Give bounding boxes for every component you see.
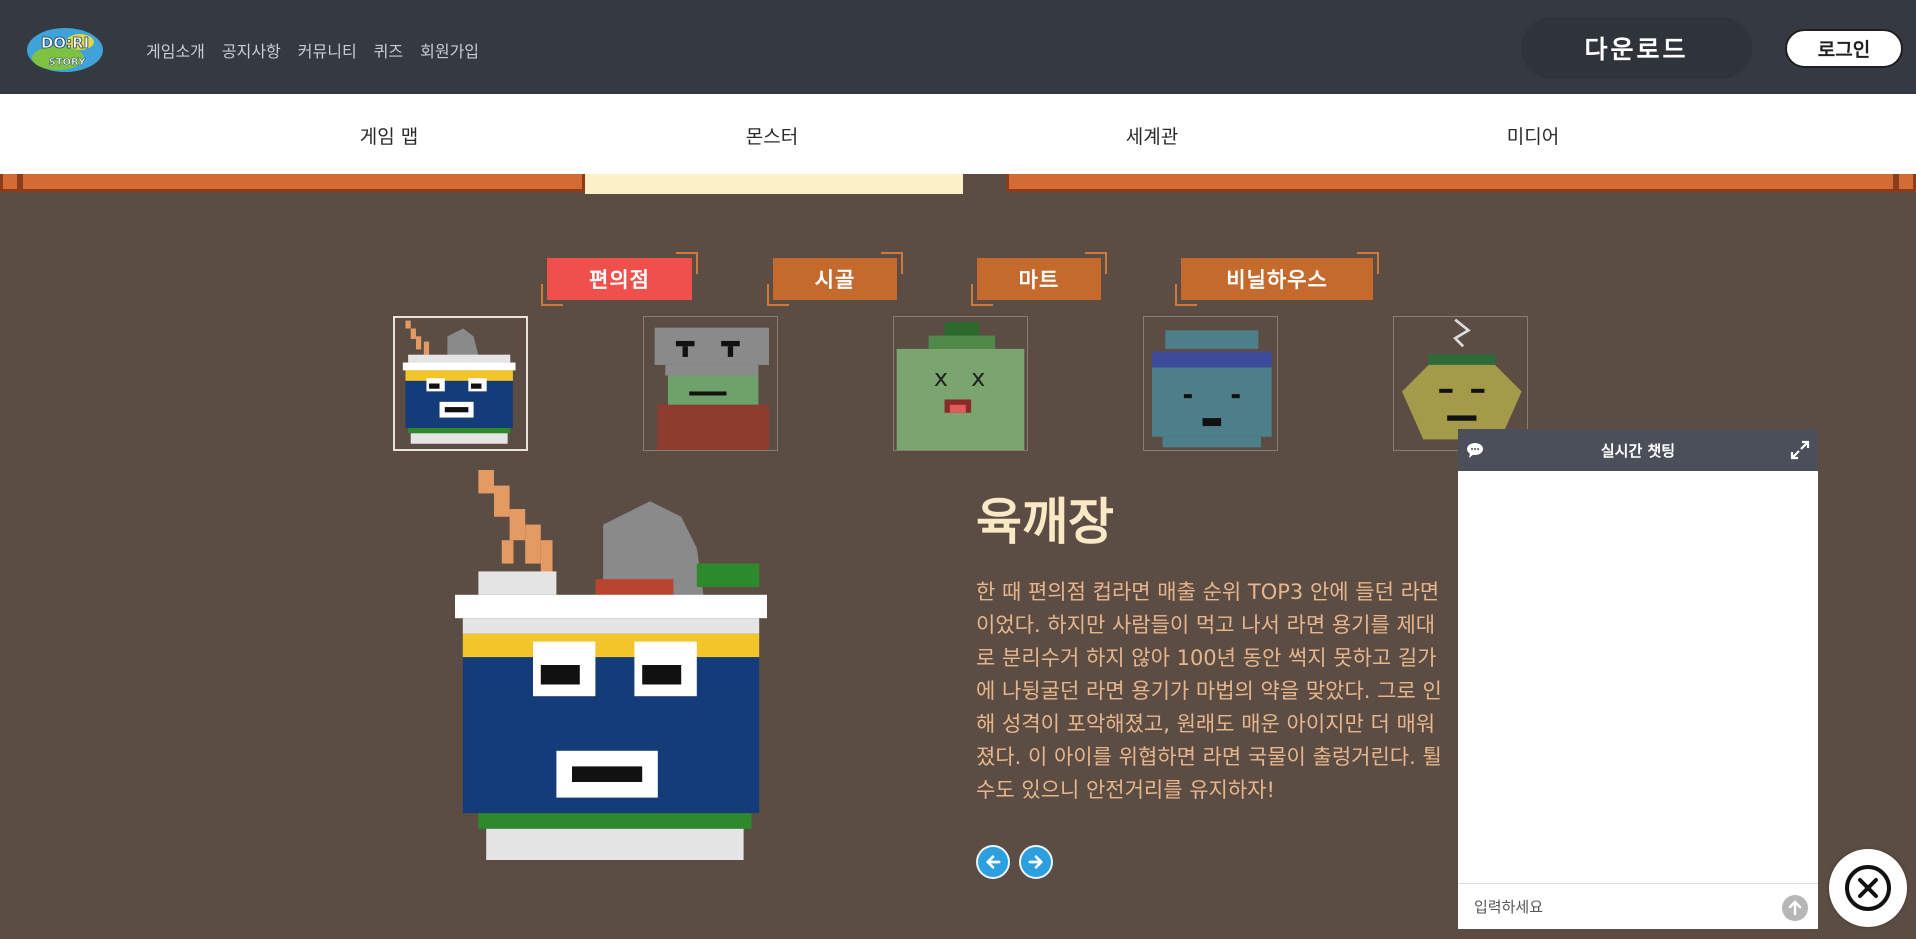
tab-convenience-store[interactable]: 편의점 <box>541 252 698 306</box>
nav-link-game-intro[interactable]: 게임소개 <box>146 38 205 62</box>
top-nav: 게임소개 공지사항 커뮤니티 퀴즈 회원가입 <box>146 38 479 62</box>
logo-text-bottom: STORY <box>49 57 87 68</box>
expand-icon[interactable] <box>1790 440 1810 460</box>
tab-mart[interactable]: 마트 <box>971 252 1107 306</box>
monster-thumbnail-rice-cake[interactable] <box>643 316 778 451</box>
soju-bottle-monster-icon: x x <box>894 317 1027 450</box>
chat-panel: 실시간 챗팅 <box>1458 429 1818 929</box>
tab-label: 비닐하우스 <box>1226 268 1328 292</box>
chat-header: 실시간 챗팅 <box>1458 429 1818 471</box>
strip-block <box>0 174 20 192</box>
svg-text:x: x <box>971 364 985 392</box>
chat-bubble-icon <box>1467 443 1483 458</box>
subnav-monster[interactable]: 몬스터 <box>746 122 798 149</box>
chat-input-area <box>1458 883 1818 929</box>
tab-corner-decoration <box>1357 252 1379 274</box>
next-arrow-button[interactable] <box>1019 845 1053 879</box>
nav-link-signup[interactable]: 회원가입 <box>420 38 479 62</box>
tab-countryside[interactable]: 시골 <box>767 252 903 306</box>
decorative-strip <box>0 174 1916 194</box>
monster-description: 한 때 편의점 컵라면 매출 순위 TOP3 안에 들던 라면이었다. 하지만 … <box>976 580 1442 802</box>
monster-title: 육깨장 <box>976 493 1114 551</box>
monster-image <box>455 470 845 860</box>
arrow-right-icon <box>1028 855 1043 869</box>
nav-link-notice[interactable]: 공지사항 <box>222 38 281 62</box>
tab-corner-decoration <box>971 284 993 306</box>
strip-block <box>1006 174 1896 192</box>
subnav-media[interactable]: 미디어 <box>1507 122 1559 149</box>
tab-corner-decoration <box>541 284 563 306</box>
chat-message-input[interactable] <box>1474 895 1754 919</box>
sub-nav: 게임 맵 몬스터 세계관 미디어 <box>0 94 1916 174</box>
close-icon <box>1845 865 1891 911</box>
strip-block <box>1896 174 1916 192</box>
jar-monster-icon <box>1144 317 1277 450</box>
strip-block <box>20 174 585 192</box>
strip-cream-block <box>585 174 963 194</box>
subnav-worldview[interactable]: 세계관 <box>1126 122 1178 149</box>
nav-link-quiz[interactable]: 퀴즈 <box>374 38 403 62</box>
subnav-game-map[interactable]: 게임 맵 <box>360 122 418 149</box>
svg-text:x: x <box>934 364 948 392</box>
top-bar: DO:RI STORY 게임소개 공지사항 커뮤니티 퀴즈 회원가입 다운로드 … <box>0 0 1916 94</box>
close-chat-button[interactable] <box>1829 849 1907 927</box>
tab-greenhouse[interactable]: 비닐하우스 <box>1175 252 1379 306</box>
tab-label: 시골 <box>814 268 856 292</box>
ramen-cup-monster-icon <box>395 318 526 449</box>
tab-corner-decoration <box>767 284 789 306</box>
monster-thumbnail-jar[interactable] <box>1143 316 1278 451</box>
login-button[interactable]: 로그인 <box>1785 29 1903 68</box>
tab-label: 마트 <box>1018 268 1060 292</box>
tab-corner-decoration <box>676 252 698 274</box>
monster-thumbnail-ramen-cup[interactable] <box>393 316 528 451</box>
monster-thumbnail-soju-bottle[interactable]: x x <box>893 316 1028 451</box>
tab-corner-decoration <box>1175 284 1197 306</box>
arrow-left-icon <box>986 855 1001 869</box>
tab-label: 편의점 <box>589 268 650 292</box>
download-button[interactable]: 다운로드 <box>1521 17 1752 79</box>
tab-corner-decoration <box>881 252 903 274</box>
rice-cake-monster-icon <box>644 317 777 450</box>
logo-text-top: DO:RI <box>41 34 89 52</box>
logo[interactable]: DO:RI STORY <box>20 22 110 74</box>
send-icon <box>1788 900 1802 916</box>
tab-corner-decoration <box>1085 252 1107 274</box>
nav-link-community[interactable]: 커뮤니티 <box>298 38 357 62</box>
chat-title: 실시간 챗팅 <box>1600 441 1676 460</box>
prev-arrow-button[interactable] <box>976 845 1010 879</box>
chat-send-button[interactable] <box>1782 895 1808 921</box>
